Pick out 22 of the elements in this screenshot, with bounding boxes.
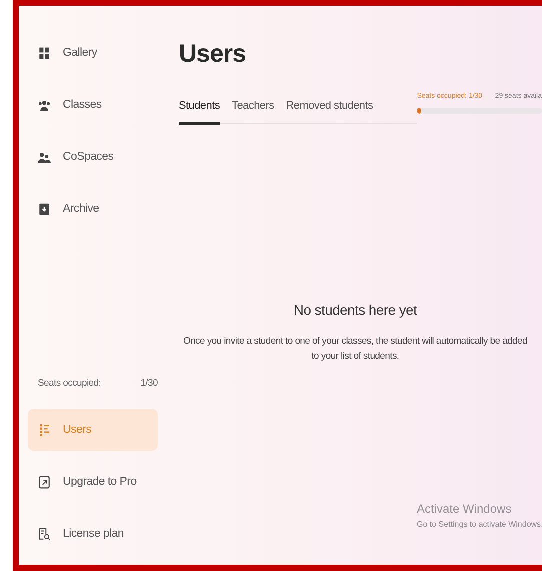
sidebar-item[interactable]: Classes [28, 84, 158, 126]
activation-notice-title: Activate Windows [417, 502, 513, 516]
sidebar-item[interactable]: Archive [28, 188, 158, 230]
sidebar-item[interactable]: Upgrade to Pro [28, 461, 158, 503]
seats-count: 1/30 [140, 378, 158, 389]
document-search-icon [38, 528, 51, 540]
sidebar-item[interactable]: CoSpaces [28, 136, 158, 178]
grid-icon [38, 46, 51, 60]
empty-state-title: No students here yet [294, 302, 418, 318]
people-icon [38, 150, 51, 164]
list-icon [38, 424, 51, 436]
people-icon [38, 98, 51, 112]
empty-state-text: Once you invite a student to one of your classes, the student will automatically be added to your list of students. [183, 335, 528, 364]
sidebar-item[interactable]: Gallery [28, 32, 158, 74]
tab[interactable]: Students [179, 100, 220, 125]
tab[interactable]: Removed students [286, 100, 374, 125]
seats-label: Seats occupied: [38, 378, 102, 389]
sidebar-item[interactable]: License plan [28, 513, 158, 555]
page-title: Users [179, 40, 247, 69]
tab[interactable]: Teachers [232, 100, 274, 125]
external-link-icon [38, 476, 51, 488]
archive-icon [38, 202, 51, 216]
